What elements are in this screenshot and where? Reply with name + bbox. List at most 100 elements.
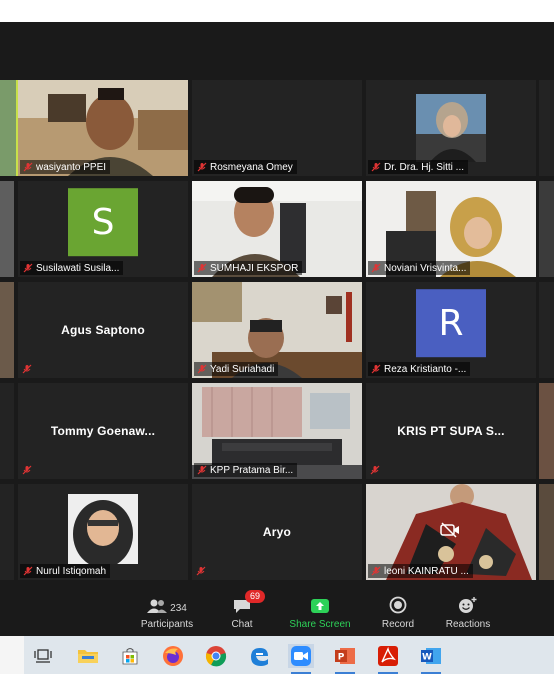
zoom-icon xyxy=(291,646,311,666)
muted-mic-icon xyxy=(23,566,33,576)
participant-tile[interactable]: Tommy Goenaw... xyxy=(18,383,188,479)
store-button[interactable] xyxy=(117,644,143,668)
partial-tile-left-4[interactable] xyxy=(0,383,14,479)
participant-tile[interactable]: SUMHAJI EKSPOR xyxy=(192,181,362,277)
share-screen-icon xyxy=(311,599,329,613)
share-screen-label: Share Screen xyxy=(289,619,351,630)
muted-mic-icon xyxy=(371,364,381,374)
participant-display-name: Aryo xyxy=(262,525,292,539)
zoom-button[interactable] xyxy=(288,644,314,674)
participant-name: leoni KAINRATU ... xyxy=(384,565,469,577)
participant-name: Noviani Vrisvinta... xyxy=(384,262,467,274)
participant-tile[interactable]: Dr. Dra. Hj. Sitti ... xyxy=(366,80,536,176)
svg-text:P: P xyxy=(338,653,345,663)
task-view-button[interactable] xyxy=(30,644,56,668)
muted-mic-icon xyxy=(22,364,32,374)
partial-tile-right-3[interactable] xyxy=(539,282,554,378)
taskbar-search-area[interactable] xyxy=(0,636,24,674)
participant-name-label: SUMHAJI EKSPOR xyxy=(194,261,303,275)
participant-name: SUMHAJI EKSPOR xyxy=(210,262,299,274)
firefox-icon xyxy=(163,646,183,666)
muted-mic-icon xyxy=(23,263,33,273)
edge-icon xyxy=(251,648,268,666)
profile-photo xyxy=(416,94,486,162)
chrome-button[interactable] xyxy=(203,644,229,668)
participant-name-label: Rosmeyana Omey xyxy=(194,160,297,174)
participant-tile[interactable]: KRIS PT SUPA S... xyxy=(366,383,536,479)
participant-tile[interactable]: KPP Pratama Bir... xyxy=(192,383,362,479)
participant-name-label: Nurul Istiqomah xyxy=(20,564,111,578)
word-icon: W xyxy=(421,648,441,664)
participants-count: 234 xyxy=(170,603,187,614)
participant-name-label: Susilawati Susila... xyxy=(20,261,124,275)
partial-tile-left-2[interactable] xyxy=(0,181,14,277)
participant-tile[interactable]: Yadi Suriahadi xyxy=(192,282,362,378)
muted-mic-icon xyxy=(370,465,380,475)
word-button[interactable]: W xyxy=(418,644,444,674)
participant-tile[interactable]: Aryo xyxy=(192,484,362,580)
window-title-bar xyxy=(0,0,554,22)
participant-tile[interactable]: wasiyanto PPEI xyxy=(18,80,188,176)
record-button[interactable]: Record xyxy=(363,594,433,630)
muted-mic-icon xyxy=(197,162,207,172)
muted-mic-icon xyxy=(197,263,207,273)
partial-tile-left-1[interactable] xyxy=(0,80,18,176)
record-icon xyxy=(389,596,407,614)
participant-tile[interactable]: R Reza Kristianto -... xyxy=(366,282,536,378)
chat-unread-badge: 69 xyxy=(245,590,265,603)
participants-button[interactable]: 234 Participants xyxy=(132,594,202,630)
partial-tile-right-5[interactable] xyxy=(539,484,554,580)
participant-name: Nurul Istiqomah xyxy=(36,565,107,577)
share-screen-button[interactable]: Share Screen xyxy=(285,594,355,630)
reactions-button[interactable]: Reactions xyxy=(433,594,503,630)
participant-name: wasiyanto PPEI xyxy=(36,161,107,173)
participant-tile[interactable]: Agus Saptono xyxy=(18,282,188,378)
participant-name: Dr. Dra. Hj. Sitti ... xyxy=(384,161,465,173)
participant-tile[interactable]: Rosmeyana Omey xyxy=(192,80,362,176)
partial-tile-right-1[interactable] xyxy=(539,80,554,176)
task-view-icon xyxy=(34,649,52,663)
participant-name-label: KPP Pratama Bir... xyxy=(194,463,298,477)
partial-tile-left-5[interactable] xyxy=(0,484,14,580)
participant-display-name: Tommy Goenaw... xyxy=(50,424,156,438)
profile-photo xyxy=(68,494,138,564)
muted-mic-icon xyxy=(371,263,381,273)
participant-name-label: Noviani Vrisvinta... xyxy=(368,261,471,275)
reactions-icon xyxy=(459,597,477,613)
muted-mic-icon xyxy=(371,566,381,576)
participant-name: Reza Kristianto -... xyxy=(384,363,467,375)
firefox-button[interactable] xyxy=(160,644,186,668)
edge-button[interactable] xyxy=(246,644,272,668)
powerpoint-button[interactable]: P xyxy=(332,644,358,674)
acrobat-button[interactable] xyxy=(375,644,401,674)
store-icon xyxy=(122,648,138,665)
file-explorer-icon xyxy=(78,650,98,663)
participant-tile[interactable]: Nurul Istiqomah xyxy=(18,484,188,580)
svg-text:W: W xyxy=(422,653,432,663)
muted-mic-icon xyxy=(22,465,32,475)
partial-tile-right-4[interactable] xyxy=(539,383,554,479)
participants-label: Participants xyxy=(140,619,194,630)
participant-name: Susilawati Susila... xyxy=(36,262,120,274)
participant-tile[interactable]: leoni KAINRATU ... xyxy=(366,484,536,580)
record-label: Record xyxy=(381,619,415,630)
muted-mic-icon xyxy=(23,162,33,172)
powerpoint-icon: P xyxy=(335,648,355,664)
muted-mic-icon xyxy=(197,364,207,374)
participant-name: KPP Pratama Bir... xyxy=(210,464,294,476)
muted-mic-icon xyxy=(371,162,381,172)
partial-tile-left-3[interactable] xyxy=(0,282,14,378)
reactions-label: Reactions xyxy=(445,619,491,630)
chat-label: Chat xyxy=(231,619,253,630)
participant-name-label: leoni KAINRATU ... xyxy=(368,564,473,578)
avatar: R xyxy=(416,289,486,358)
chat-button[interactable]: 69 Chat xyxy=(207,590,277,630)
participants-icon xyxy=(147,599,168,613)
file-explorer-button[interactable] xyxy=(75,644,101,668)
video-off-icon xyxy=(440,522,459,538)
participant-tile[interactable]: S Susilawati Susila... xyxy=(18,181,188,277)
muted-mic-icon xyxy=(196,566,206,576)
partial-tile-right-2[interactable] xyxy=(539,181,554,277)
participant-tile[interactable]: Noviani Vrisvinta... xyxy=(366,181,536,277)
participant-name: Yadi Suriahadi xyxy=(210,363,275,375)
